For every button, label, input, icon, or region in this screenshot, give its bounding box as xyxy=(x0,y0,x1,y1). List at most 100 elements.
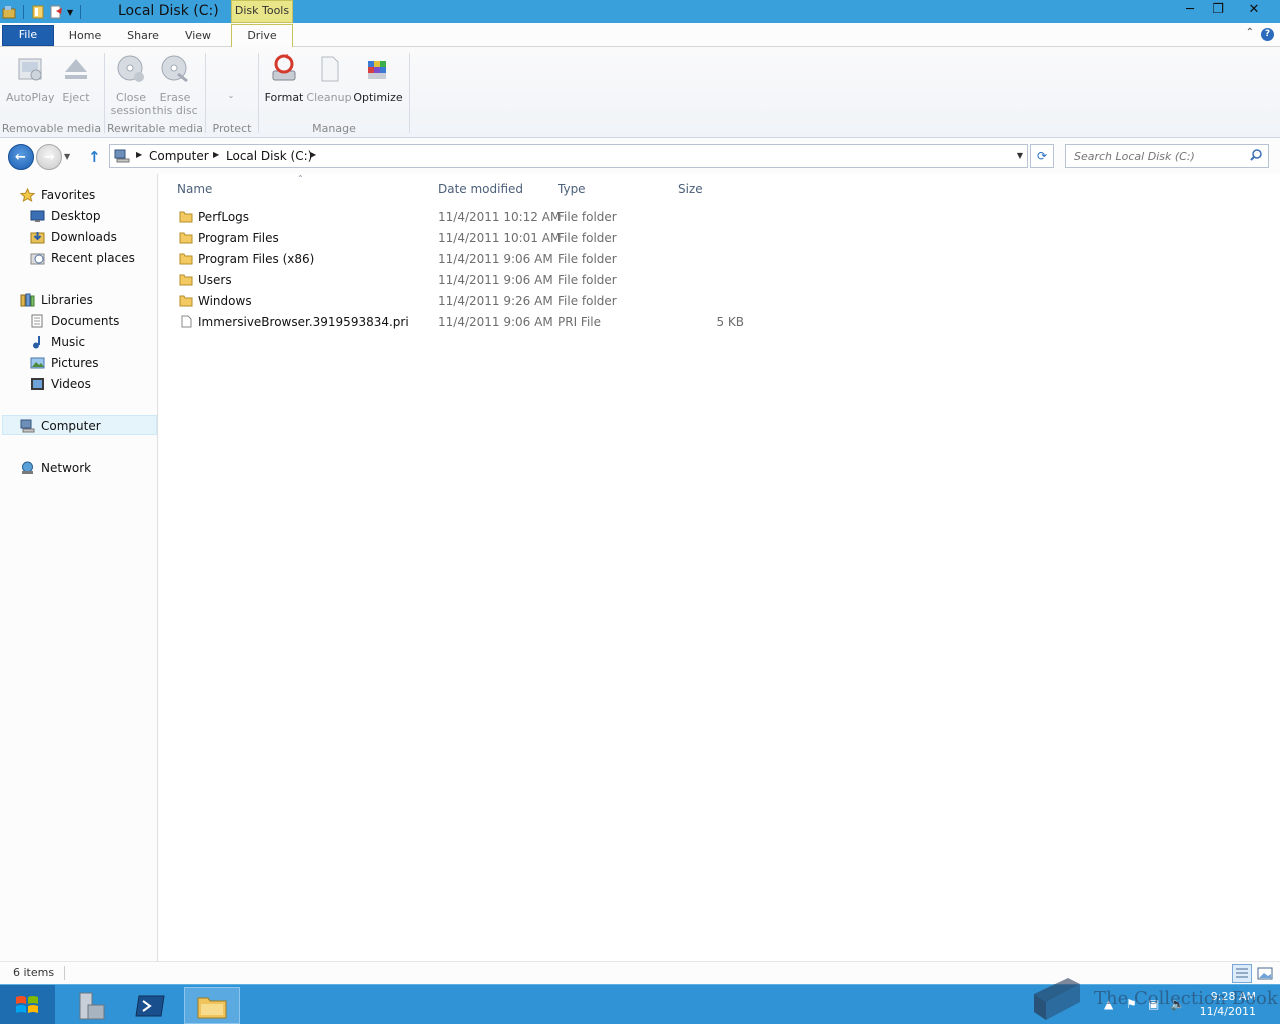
taskbar-server-manager[interactable] xyxy=(62,987,118,1024)
search-input[interactable] xyxy=(1066,145,1246,167)
column-header-type[interactable]: Type xyxy=(558,182,586,196)
ribbon: AutoPlay Eject Removable media Close ses… xyxy=(0,47,1280,138)
autoplay-button[interactable]: AutoPlay xyxy=(6,53,54,104)
breadcrumb-separator-icon[interactable]: ▶ xyxy=(213,150,219,159)
nav-network[interactable]: Network xyxy=(20,458,150,478)
nav-downloads[interactable]: Downloads xyxy=(30,227,150,247)
recent-locations-dropdown-icon[interactable]: ▼ xyxy=(64,152,70,161)
group-rewritable-media: Close session Erase this disc Rewritable… xyxy=(106,47,206,138)
file-type: File folder xyxy=(558,252,617,266)
new-folder-icon[interactable] xyxy=(49,5,63,19)
file-size: 5 KB xyxy=(716,315,744,329)
optimize-icon xyxy=(368,61,386,79)
cleanup-button[interactable]: Cleanup xyxy=(306,53,352,104)
breadcrumb-local-disk[interactable]: Local Disk (C:) xyxy=(226,149,312,163)
nav-videos[interactable]: Videos xyxy=(30,374,150,394)
file-date: 11/4/2011 9:06 AM xyxy=(438,315,553,329)
status-separator xyxy=(64,966,65,980)
nav-recent-places[interactable]: Recent places xyxy=(30,248,150,268)
tab-share[interactable]: Share xyxy=(122,27,164,47)
disk-tools-context-label: Disk Tools xyxy=(231,0,293,23)
file-name: ImmersiveBrowser.3919593834.pri xyxy=(198,315,409,329)
group-label-manage: Manage xyxy=(312,122,356,135)
search-box[interactable] xyxy=(1065,144,1269,168)
file-name: Program Files (x86) xyxy=(198,252,315,266)
nav-music[interactable]: Music xyxy=(30,332,150,352)
server-manager-icon xyxy=(79,992,105,1020)
pictures-icon xyxy=(30,357,45,369)
eject-button[interactable]: Eject xyxy=(56,53,96,104)
format-button[interactable]: Format xyxy=(262,53,306,104)
file-date: 11/4/2011 9:26 AM xyxy=(438,294,553,308)
file-icon xyxy=(181,315,192,328)
taskbar-powershell[interactable] xyxy=(122,987,178,1024)
forward-button[interactable]: → xyxy=(36,144,62,170)
file-type: File folder xyxy=(558,273,617,287)
nav-libraries-label: Libraries xyxy=(41,293,93,307)
up-arrow-icon[interactable]: ↑ xyxy=(88,148,101,166)
file-row[interactable]: PerfLogs 11/4/2011 10:12 AM File folder xyxy=(173,207,773,228)
folder-icon xyxy=(179,274,193,286)
breadcrumb-separator-icon[interactable]: ▶ xyxy=(310,150,316,159)
nav-desktop[interactable]: Desktop xyxy=(30,206,150,226)
watermark-text: The Collection Book xyxy=(1094,988,1278,1009)
folder-icon xyxy=(179,232,193,244)
tab-view[interactable]: View xyxy=(180,27,216,47)
explorer-app-icon[interactable] xyxy=(2,5,16,19)
nav-documents[interactable]: Documents xyxy=(30,311,150,331)
nav-favorites-label: Favorites xyxy=(41,188,96,202)
format-label: Format xyxy=(264,91,304,104)
forward-arrow-icon: → xyxy=(44,150,55,165)
file-row[interactable]: Program Files 11/4/2011 10:01 AM File fo… xyxy=(173,228,773,249)
tab-file[interactable]: File xyxy=(2,25,54,46)
erase-disc-button[interactable]: Erase this disc xyxy=(152,53,198,117)
nav-pictures[interactable]: Pictures xyxy=(30,353,150,373)
file-row[interactable]: Program Files (x86) 11/4/2011 9:06 AM Fi… xyxy=(173,249,773,270)
column-header-name[interactable]: Name xyxy=(177,182,212,196)
search-icon[interactable] xyxy=(1250,149,1262,161)
watermark: The Collection Book xyxy=(1028,974,1278,1024)
file-date: 11/4/2011 9:06 AM xyxy=(438,273,553,287)
erase-disc-label-2: this disc xyxy=(152,104,198,117)
nav-libraries[interactable]: Libraries xyxy=(20,290,150,310)
back-button[interactable]: ← xyxy=(8,144,34,170)
address-path[interactable]: ▶ Computer ▶ Local Disk (C:) ▶ ▼ xyxy=(109,144,1028,168)
taskbar-file-explorer[interactable] xyxy=(184,987,240,1024)
refresh-button[interactable]: ⟳ xyxy=(1030,144,1054,168)
file-type: File folder xyxy=(558,294,617,308)
breadcrumb-separator-icon[interactable]: ▶ xyxy=(136,150,142,159)
help-icon[interactable]: ? xyxy=(1261,28,1274,41)
optimize-button[interactable]: Optimize xyxy=(353,53,403,104)
nav-computer[interactable]: Computer xyxy=(2,415,157,435)
close-button[interactable]: ✕ xyxy=(1240,0,1268,21)
powershell-icon xyxy=(135,995,165,1017)
file-name: Windows xyxy=(198,294,252,308)
file-list: ⌃ Name Date modified Type Size PerfLogs … xyxy=(159,174,1280,961)
tab-home[interactable]: Home xyxy=(64,27,106,47)
nav-favorites[interactable]: Favorites xyxy=(20,185,150,205)
address-bar-row: ← → ▼ ↑ ▶ Computer ▶ Local Disk (C:) ▶ ▼… xyxy=(0,139,1280,174)
minimize-ribbon-icon[interactable]: ⌃ xyxy=(1246,27,1254,38)
qat-customize-icon[interactable]: ▼ xyxy=(67,8,73,17)
minimize-button[interactable]: ─ xyxy=(1176,0,1204,21)
desktop-icon xyxy=(30,210,45,222)
column-header-date[interactable]: Date modified xyxy=(438,182,523,196)
recent-places-icon xyxy=(30,253,45,265)
properties-icon[interactable] xyxy=(31,5,45,19)
tab-drive[interactable]: Drive xyxy=(231,24,293,48)
network-icon xyxy=(22,461,33,474)
file-row[interactable]: ImmersiveBrowser.3919593834.pri 11/4/201… xyxy=(173,312,773,333)
column-header-size[interactable]: Size xyxy=(678,182,703,196)
address-history-dropdown-icon[interactable]: ▼ xyxy=(1017,151,1023,160)
file-row[interactable]: Users 11/4/2011 9:06 AM File folder xyxy=(173,270,773,291)
file-row[interactable]: Windows 11/4/2011 9:26 AM File folder xyxy=(173,291,773,312)
videos-icon xyxy=(31,378,44,390)
protect-dropdown[interactable]: ⌄ xyxy=(219,89,243,102)
close-session-button[interactable]: Close session xyxy=(108,53,154,117)
sort-ascending-icon: ⌃ xyxy=(297,174,304,183)
group-removable-media: AutoPlay Eject Removable media xyxy=(0,47,105,138)
file-date: 11/4/2011 9:06 AM xyxy=(438,252,553,266)
restore-button[interactable]: ❐ xyxy=(1204,0,1232,21)
breadcrumb-computer[interactable]: Computer xyxy=(149,149,209,163)
start-button[interactable] xyxy=(0,985,55,1024)
